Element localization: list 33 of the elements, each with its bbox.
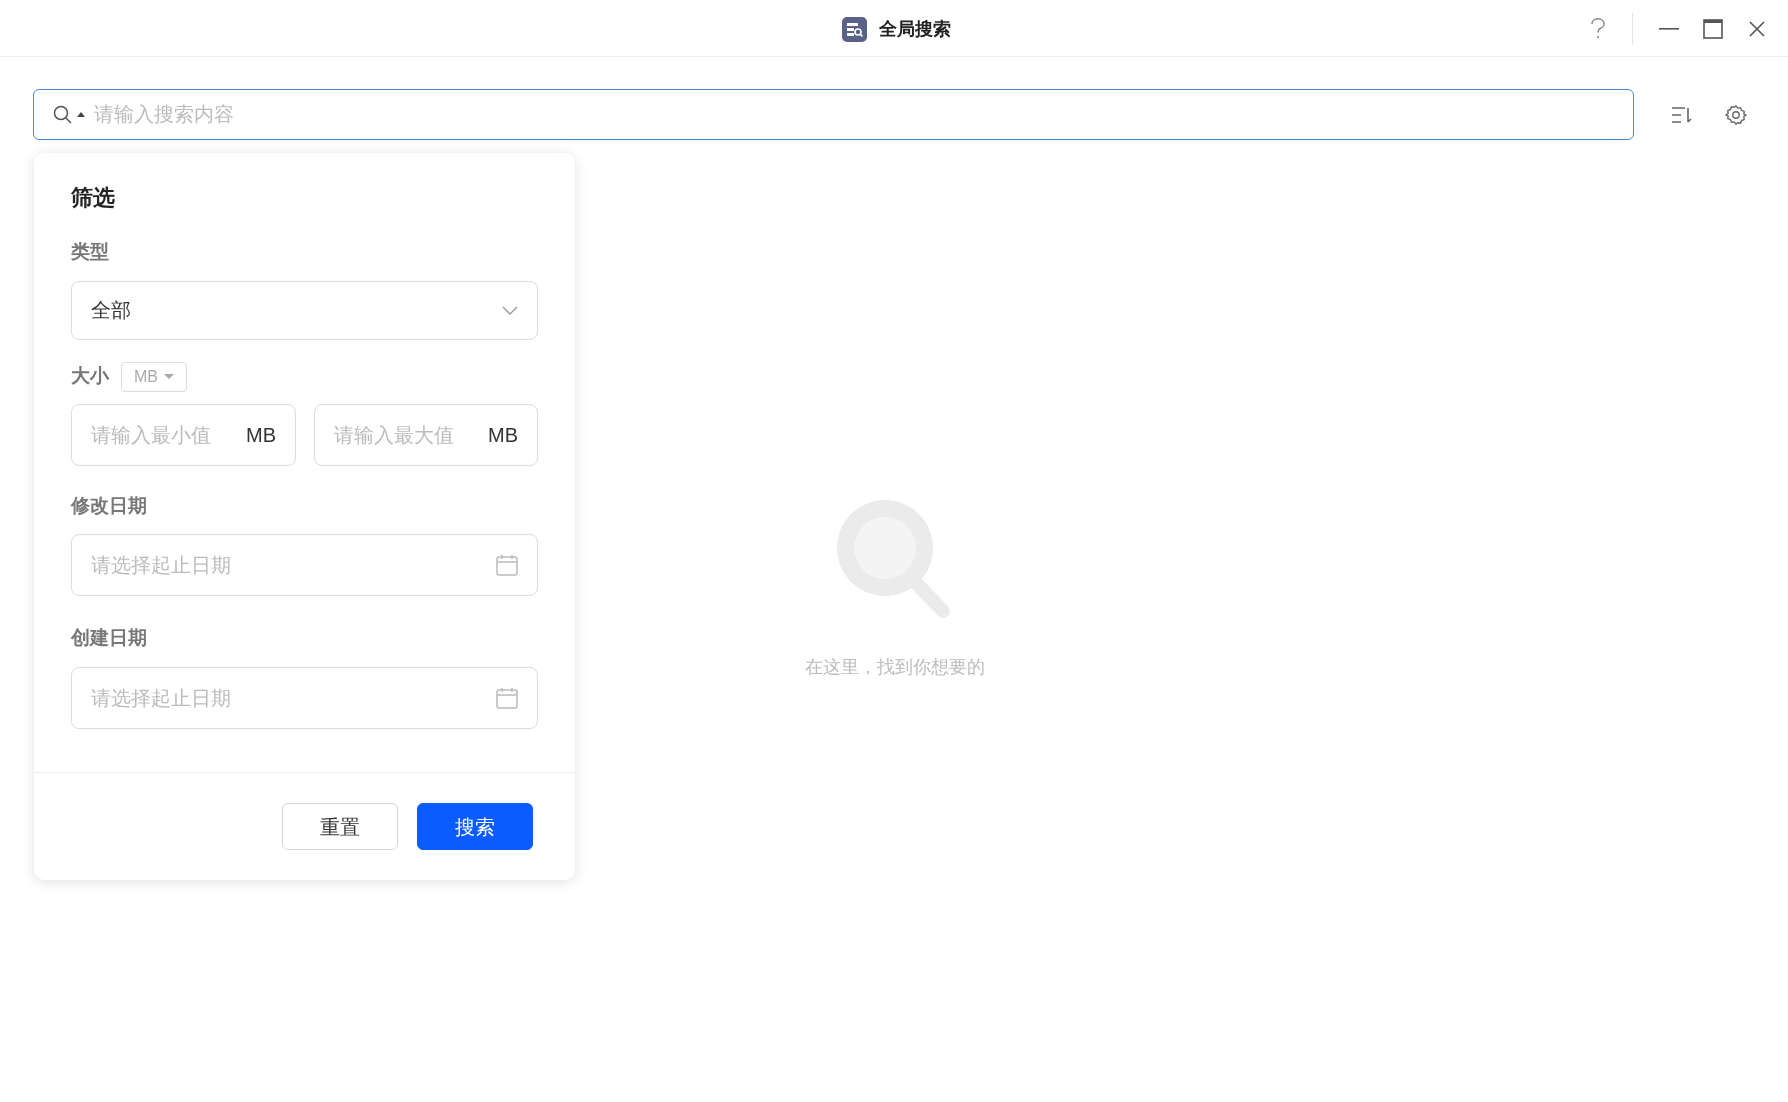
chevron-down-icon [502,305,518,315]
min-size-field[interactable]: 请输入最小值 MB [71,403,296,466]
min-size-input[interactable]: 请输入最小值 [91,419,221,450]
sort-icon [1671,105,1693,124]
field-label: 修改日期 [71,493,148,518]
search-icon [53,104,73,125]
app-logo-icon [842,17,867,42]
caret-icon[interactable] [77,112,85,117]
date-range-field[interactable]: 请选择起止日期 [71,666,538,729]
max-size-input[interactable]: 请输入最大值 [334,419,464,450]
minimize-icon [1659,27,1679,30]
type-dropdown[interactable]: 全部 [71,280,538,340]
field-label: 类型 [71,240,110,264]
empty-state-text: 在这里，找到你想要的 [805,656,985,679]
calendar-icon [496,554,518,576]
field-label: 创建日期 [71,626,148,650]
max-size-field[interactable]: 请输入最大值 MB [314,403,538,466]
unit-label: MB [488,422,518,448]
date-range-input[interactable]: 请选择起止日期 [91,550,391,580]
date-range-field[interactable]: 请选择起止日期 [71,534,538,596]
settings-icon [1725,103,1747,126]
question-mark-icon [1590,17,1606,40]
reset-button[interactable]: 重置 [282,803,398,850]
calendar-icon [496,686,518,709]
panel-title: 筛选 [71,184,116,212]
window-title: 全局搜索 [879,18,951,41]
caret-down-icon [164,374,174,379]
search-button[interactable]: 搜索 [417,803,533,850]
close-icon [1748,19,1766,38]
date-range-input[interactable]: 请选择起止日期 [91,682,391,713]
maximize-icon [1703,18,1723,39]
field-label: 大小 [71,364,109,389]
unit-label: MB [246,422,276,448]
